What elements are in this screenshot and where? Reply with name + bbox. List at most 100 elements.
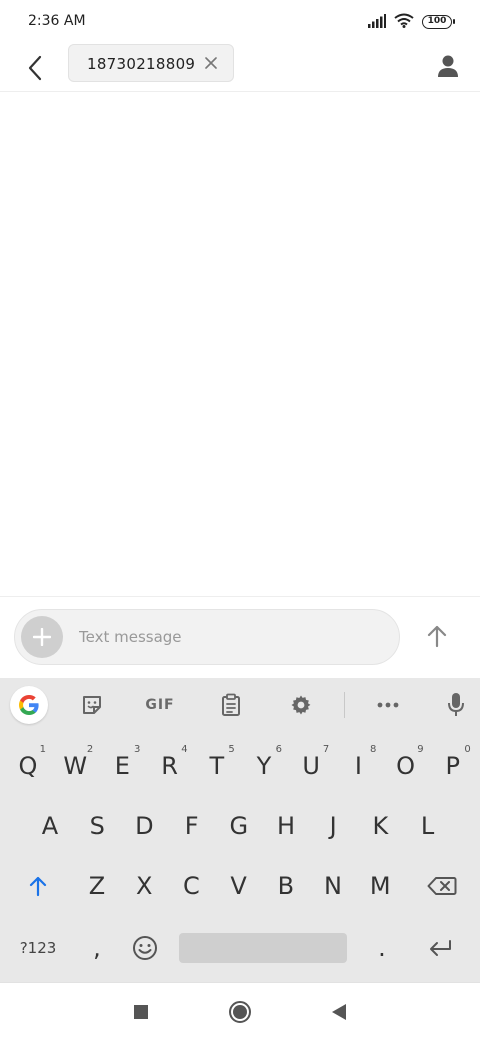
key-u[interactable]: U7 — [289, 738, 333, 794]
key-label: S — [89, 812, 105, 840]
comma-key[interactable]: , — [75, 920, 119, 976]
shift-arrow-icon — [29, 876, 47, 897]
key-label: K — [372, 812, 389, 840]
key-l[interactable]: L — [406, 798, 450, 854]
remove-recipient-button[interactable] — [203, 55, 219, 71]
key-e[interactable]: E3 — [100, 738, 144, 794]
key-x[interactable]: X — [122, 858, 166, 914]
key-label: G — [229, 812, 249, 840]
battery-icon: 100 — [422, 15, 455, 29]
keyboard: GIF ?123 , . Q 1 W 2 E 3 R 4 T 5 Y 6 U 7… — [0, 678, 480, 982]
key-label: O — [396, 752, 416, 780]
recipient-chip[interactable]: 18730218809 — [68, 44, 234, 82]
recents-button[interactable] — [126, 997, 156, 1027]
back-chevron-icon — [28, 55, 42, 81]
keyboard-settings-button[interactable] — [281, 687, 321, 723]
google-search-button[interactable] — [10, 686, 48, 724]
key-g[interactable]: G — [217, 798, 261, 854]
backspace-icon — [427, 877, 457, 895]
key-t[interactable]: T5 — [195, 738, 239, 794]
key-n[interactable]: N — [311, 858, 355, 914]
signal-icon — [368, 13, 386, 32]
key-label: L — [420, 812, 435, 840]
key-hint: 3 — [134, 744, 141, 755]
clipboard-icon — [222, 693, 240, 716]
messaging-app: 2:36 AM 100 18730218809 Text message GIF… — [0, 0, 480, 1040]
key-z[interactable]: Z — [75, 858, 119, 914]
key-label: H — [276, 812, 296, 840]
key-label: D — [135, 812, 154, 840]
shift-key[interactable] — [16, 858, 60, 914]
key-r[interactable]: R4 — [148, 738, 192, 794]
key-label: T — [209, 752, 225, 780]
space-key[interactable] — [179, 933, 347, 963]
enter-key[interactable] — [418, 920, 462, 976]
key-a[interactable]: A — [28, 798, 72, 854]
key-d[interactable]: D — [122, 798, 166, 854]
symbols-key[interactable]: ?123 — [14, 920, 62, 976]
plus-icon — [33, 628, 51, 646]
key-q[interactable]: Q1 — [6, 738, 50, 794]
key-label: F — [184, 812, 199, 840]
key-p[interactable]: P0 — [431, 738, 475, 794]
key-label: J — [329, 812, 337, 840]
emoji-key[interactable] — [123, 920, 167, 976]
key-label: Z — [88, 872, 106, 900]
conversation-header: 18730218809 — [0, 44, 480, 92]
key-w[interactable]: W2 — [53, 738, 97, 794]
key-f[interactable]: F — [170, 798, 214, 854]
key-label: A — [41, 812, 59, 840]
key-i[interactable]: I8 — [336, 738, 380, 794]
key-c[interactable]: C — [169, 858, 213, 914]
key-label: M — [369, 872, 391, 900]
attach-button[interactable] — [21, 616, 63, 658]
key-m[interactable]: M — [358, 858, 402, 914]
key-hint: 0 — [464, 744, 471, 755]
key-j[interactable]: J — [311, 798, 355, 854]
home-button[interactable] — [225, 997, 255, 1027]
key-o[interactable]: O9 — [384, 738, 428, 794]
nav-back-button[interactable] — [324, 997, 354, 1027]
battery-level: 100 — [427, 16, 447, 26]
key-h[interactable]: H — [264, 798, 308, 854]
more-options-button[interactable] — [368, 687, 408, 723]
backspace-key[interactable] — [420, 858, 464, 914]
key-k[interactable]: K — [358, 798, 402, 854]
contact-button[interactable] — [430, 48, 466, 84]
key-b[interactable]: B — [264, 858, 308, 914]
key-hint: 8 — [370, 744, 377, 755]
emoji-icon — [133, 936, 157, 960]
mic-icon — [448, 693, 464, 716]
voice-input-button[interactable] — [436, 687, 476, 723]
key-label: P — [445, 752, 461, 780]
key-hint: 9 — [417, 744, 424, 755]
sticker-icon — [83, 696, 101, 714]
home-circle-icon — [229, 1001, 251, 1023]
key-hint: 4 — [181, 744, 188, 755]
status-icons: 100 — [368, 12, 455, 32]
key-label: U — [302, 752, 320, 780]
clipboard-button[interactable] — [211, 687, 251, 723]
sticker-button[interactable] — [72, 687, 112, 723]
gif-label: GIF — [145, 697, 175, 713]
key-s[interactable]: S — [75, 798, 119, 854]
key-label: R — [161, 752, 178, 780]
more-icon — [377, 702, 399, 708]
person-icon — [438, 55, 458, 77]
back-button[interactable] — [18, 50, 52, 86]
key-y[interactable]: Y6 — [242, 738, 286, 794]
system-nav-bar — [0, 982, 480, 1040]
key-v[interactable]: V — [217, 858, 261, 914]
wifi-icon — [394, 13, 414, 32]
message-input[interactable] — [77, 624, 377, 650]
compose-bar — [0, 596, 480, 676]
send-button[interactable] — [418, 617, 456, 655]
gif-button[interactable]: GIF — [140, 687, 180, 723]
key-label: B — [277, 872, 295, 900]
key-label: Q — [18, 752, 38, 780]
settings-icon — [291, 695, 311, 715]
period-key[interactable]: . — [360, 920, 404, 976]
key-hint: 7 — [322, 744, 330, 755]
send-arrow-icon — [427, 625, 447, 648]
key-label: N — [324, 872, 342, 900]
